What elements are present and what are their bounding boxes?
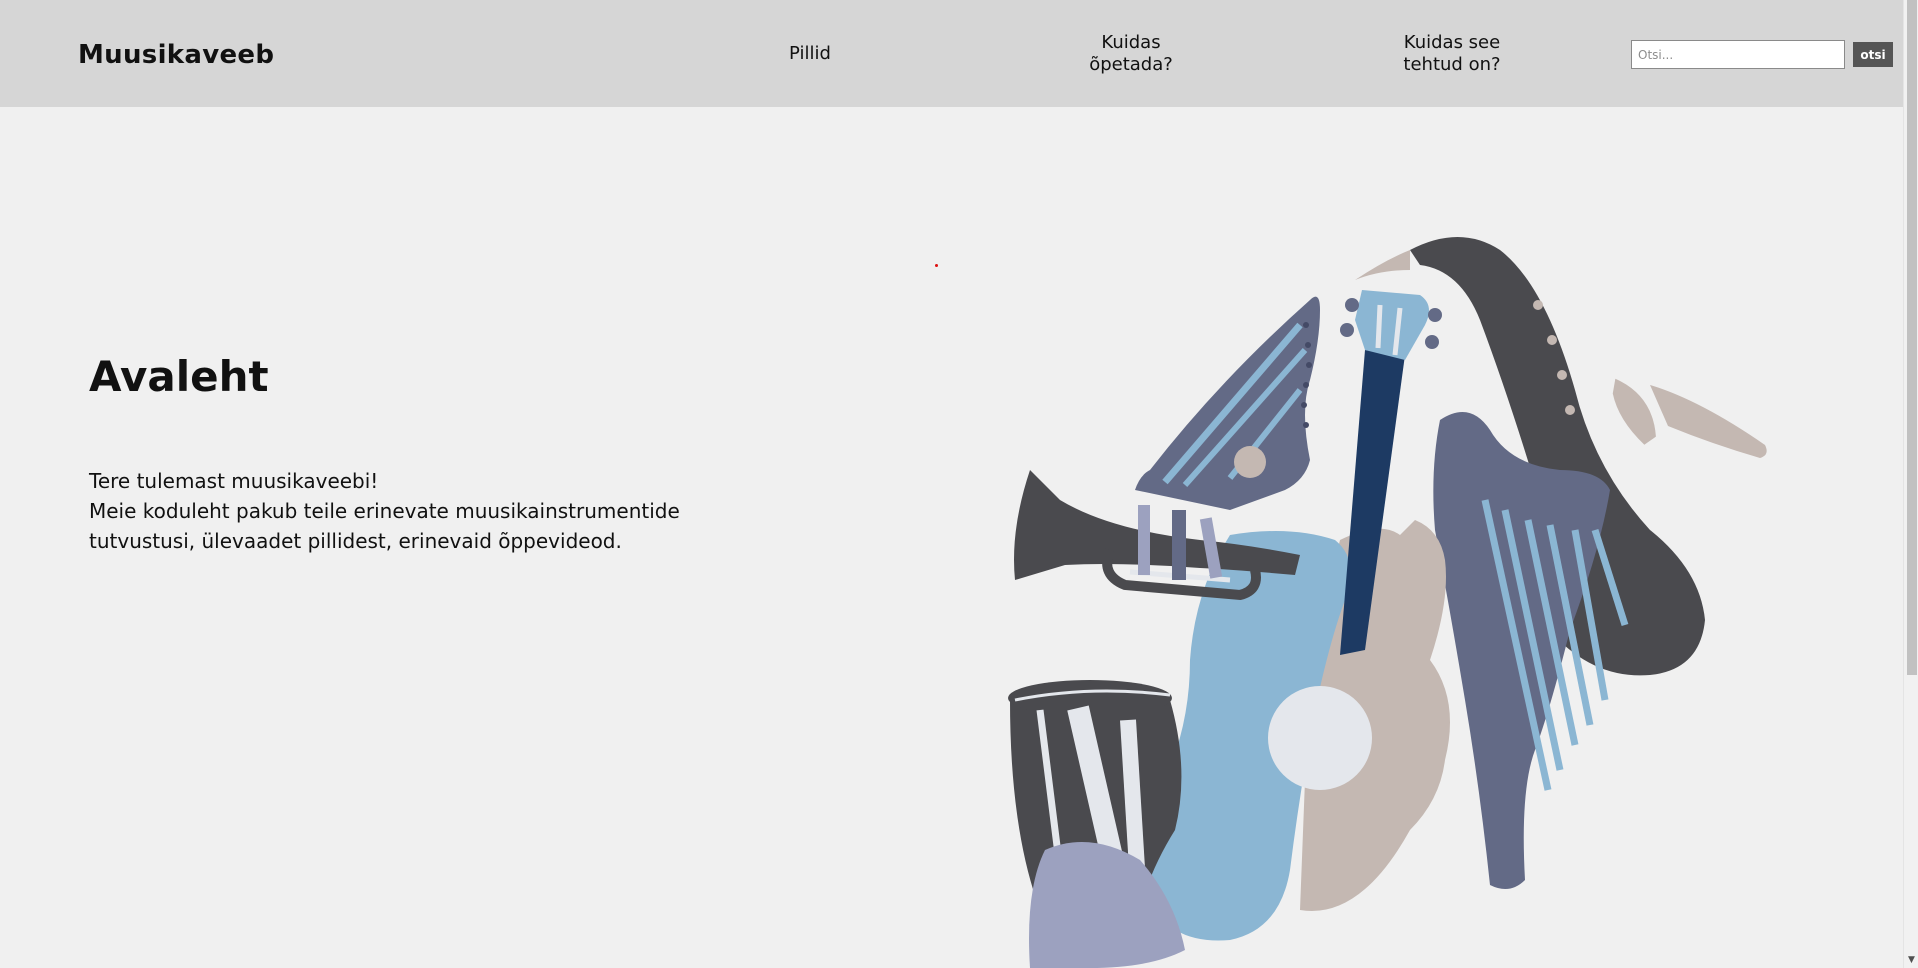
scroll-down-arrow-icon[interactable]: ▼ [1904,953,1918,968]
nav-link-kuidas-opetada[interactable]: Kuidas õpetada? [1070,32,1192,76]
red-dot-mark [935,264,938,267]
scrollbar-thumb[interactable] [1907,0,1917,675]
musical-instruments-illustration [1008,237,1767,968]
zither-icon [1135,296,1320,510]
nav-link-pillid-label: Pillid [789,43,831,64]
site-header: Muusikaveeb Pillid Kuidas õpetada? Kuida… [0,0,1903,107]
site-logo[interactable]: Muusikaveeb [78,40,274,70]
nav-link-kuidas-line1: Kuidas [1101,32,1161,53]
search-input[interactable] [1631,40,1845,69]
page-title: Avaleht [89,352,269,401]
search-button[interactable]: otsi [1853,42,1893,67]
drum-icon [1008,680,1185,968]
nav-link-tehtud-line2: tehtud on? [1403,54,1501,75]
page: Muusikaveeb Pillid Kuidas õpetada? Kuida… [0,0,1918,968]
harp-icon [1433,412,1629,889]
nav-link-tehtud-line1: Kuidas see [1403,32,1501,53]
nav-link-pillid[interactable]: Pillid [760,43,860,65]
intro-text: Tere tulemast muusikaveebi! Meie koduleh… [89,466,729,556]
nav-link-kuidas-see-tehtud[interactable]: Kuidas see tehtud on? [1382,32,1522,76]
intro-welcome: Tere tulemast muusikaveebi! [89,469,379,493]
vertical-scrollbar[interactable]: ▼ [1903,0,1918,968]
nav-link-kuidas-line2: õpetada? [1089,54,1173,75]
intro-description: Meie koduleht pakub teile erinevate muus… [89,499,680,553]
